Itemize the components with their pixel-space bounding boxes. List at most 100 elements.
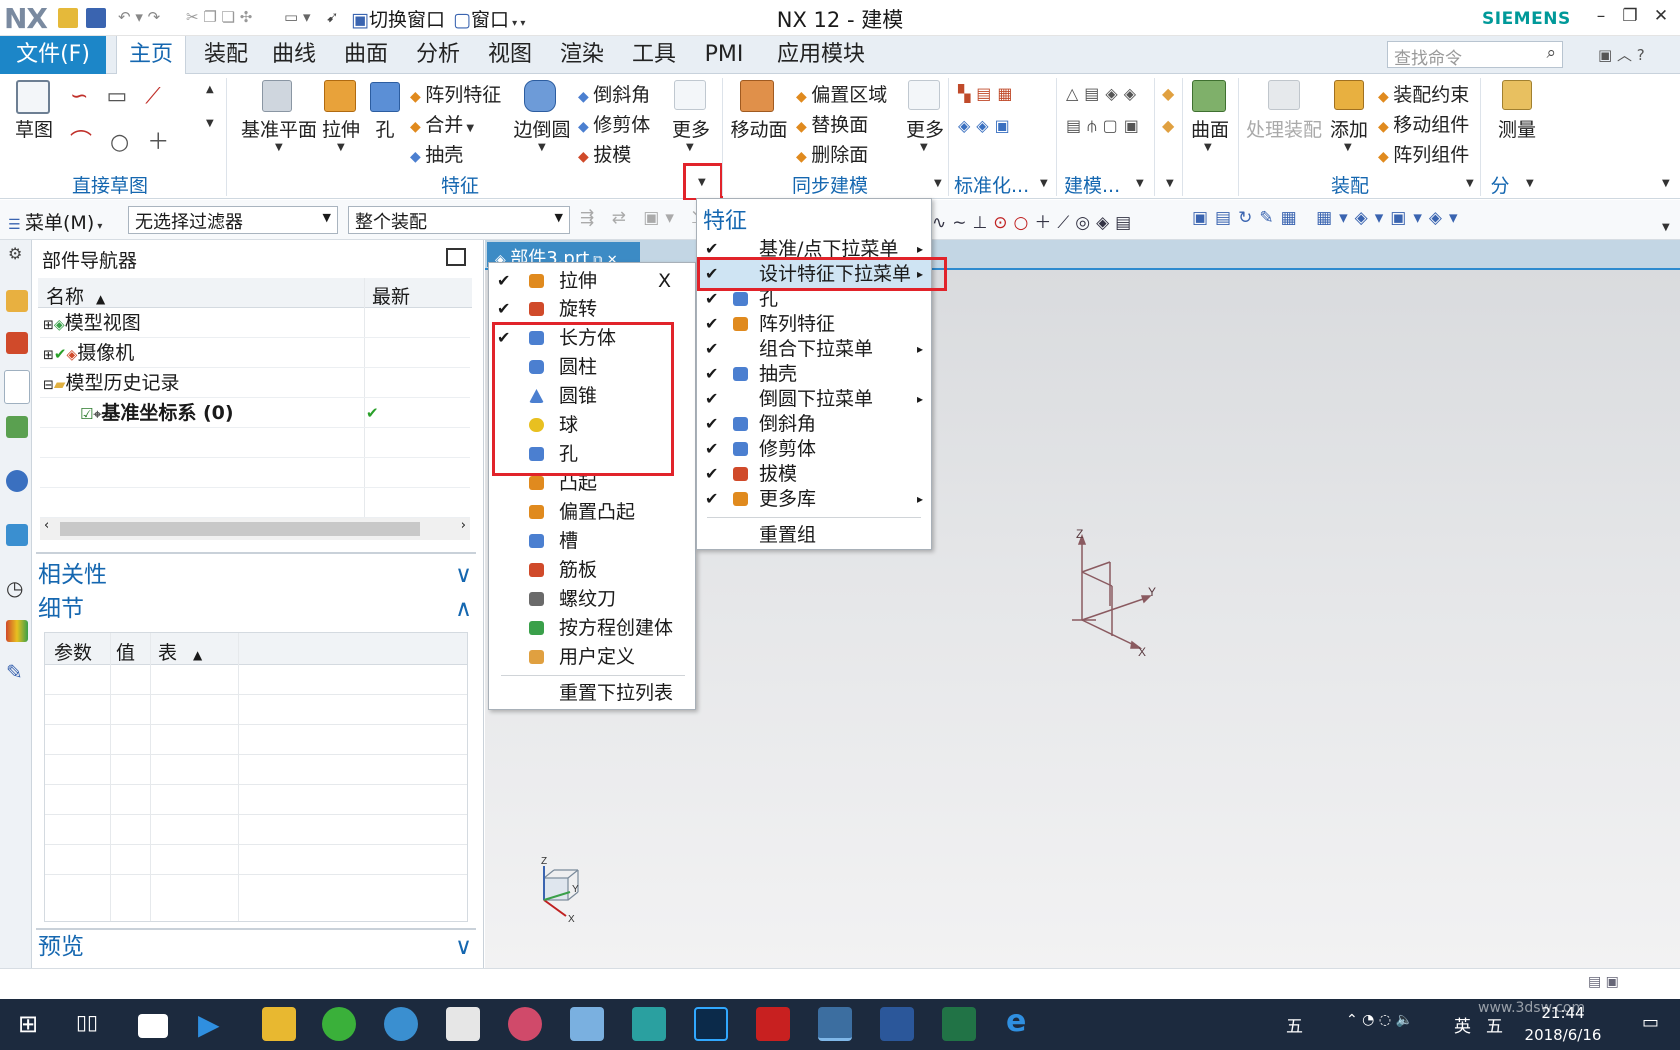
constraint-navigator-icon[interactable]: [6, 332, 28, 354]
hole-button[interactable]: 孔: [370, 115, 400, 142]
details-section-header[interactable]: 细节 ∧: [38, 592, 478, 626]
chevron-down-icon[interactable]: ▼: [1344, 142, 1352, 153]
tab-assembly[interactable]: 装配: [194, 36, 258, 74]
pattern-feature-button[interactable]: ◆ 阵列特征: [410, 80, 501, 107]
chevron-up-icon[interactable]: ▲: [206, 84, 214, 95]
wechat-icon[interactable]: [322, 1007, 356, 1041]
chevron-down-icon[interactable]: ▼: [1526, 178, 1534, 189]
minimize-button[interactable]: –: [1587, 6, 1615, 26]
mail-icon[interactable]: [138, 1014, 168, 1038]
chevron-down-icon[interactable]: ▼: [934, 178, 942, 189]
close-button[interactable]: ✕: [1647, 6, 1675, 26]
datum-plane-button[interactable]: 基准平面: [234, 115, 324, 142]
menu-item-combine[interactable]: ✔ 组合下拉菜单 ▸: [697, 335, 931, 363]
add-component-icon[interactable]: [1334, 80, 1364, 110]
tab-analysis[interactable]: 分析: [406, 36, 470, 74]
chevron-down-icon[interactable]: ▼: [686, 142, 694, 153]
file-menu[interactable]: 文件(F): [0, 36, 106, 74]
chevron-down-icon[interactable]: ▼: [920, 142, 928, 153]
edge-blend-button[interactable]: 边倒圆: [510, 115, 574, 142]
chevron-down-icon[interactable]: ▼: [538, 142, 546, 153]
add-component-button[interactable]: 添加: [1326, 115, 1372, 142]
chevron-down-icon[interactable]: ▼: [1040, 178, 1048, 189]
chevron-down-icon[interactable]: ▼: [1166, 178, 1174, 189]
surface-icon[interactable]: [1192, 80, 1226, 112]
start-button[interactable]: ⊞: [18, 1010, 38, 1038]
menu-item-extrude[interactable]: ✔ 拉伸 X: [489, 267, 695, 295]
more-button-feature[interactable]: 更多: [668, 115, 714, 142]
menu-item-reset-list[interactable]: 重置下拉列表: [489, 679, 695, 707]
menu-item-pattern-feature[interactable]: ✔ 阵列特征: [697, 310, 931, 338]
chamfer-button[interactable]: ◆ 倒斜角: [578, 80, 650, 107]
ime-indicator[interactable]: 五: [1286, 1012, 1303, 1037]
pattern-component-button[interactable]: ◆ 阵列组件: [1378, 140, 1469, 167]
scroll-left-icon[interactable]: ‹: [44, 518, 49, 533]
group-modeling[interactable]: 建模...: [1064, 171, 1134, 198]
menu-item-reset-group[interactable]: 重置组: [697, 521, 931, 549]
reuse-library-icon[interactable]: [6, 416, 28, 438]
chevron-down-icon[interactable]: ▼: [337, 142, 345, 153]
excel-icon[interactable]: [942, 1007, 976, 1041]
move-face-icon[interactable]: [740, 80, 774, 112]
selection-filter-select[interactable]: 无选择过滤器 ▼: [128, 206, 338, 234]
menu-button[interactable]: ☰ 菜单(M) ▾: [8, 208, 102, 235]
search-icon[interactable]: ⌕: [1546, 43, 1556, 63]
measure-button[interactable]: 测量: [1492, 115, 1542, 142]
modeling-tools-row2[interactable]: ▤⫛▢▣: [1066, 116, 1145, 136]
menu-item-trim-body[interactable]: ✔ 修剪体: [697, 435, 931, 463]
status-bar-icons[interactable]: ▤ ▣: [1588, 974, 1619, 990]
chevron-down-icon[interactable]: ▼: [1204, 142, 1212, 153]
restore-button[interactable]: ❐: [1616, 6, 1644, 26]
toolbar-overflow-icon[interactable]: ▼: [1662, 222, 1670, 233]
tree-row-model-history[interactable]: ⊟▰模型历史记录: [40, 368, 470, 398]
group-assembly[interactable]: 装配: [1300, 171, 1400, 198]
notes-icon[interactable]: [570, 1007, 604, 1041]
expand-icon[interactable]: ⊞: [43, 348, 54, 363]
web-browser-icon[interactable]: [6, 470, 28, 492]
clock-date[interactable]: 2018/6/16: [1520, 1026, 1606, 1044]
tray-icons[interactable]: ⌃ ◔ ◌ 🔈: [1346, 1012, 1413, 1028]
selection-tools[interactable]: ⇶ ⇄ ▣▾ ⇲: [580, 208, 712, 228]
sketch-curve-tools[interactable]: ∽▭⟋: [70, 84, 179, 109]
language-indicator[interactable]: 英: [1454, 1012, 1471, 1037]
dependencies-section-header[interactable]: 相关性 ∨: [38, 558, 478, 592]
chevron-down-icon[interactable]: ▼: [1136, 178, 1144, 189]
word-icon[interactable]: [880, 1007, 914, 1041]
trim-body-button[interactable]: ◆ 修剪体: [578, 110, 650, 137]
menu-item-shell[interactable]: ✔ 抽壳: [697, 360, 931, 388]
file-explorer-icon[interactable]: [262, 1007, 296, 1041]
group-sync-modeling[interactable]: 同步建模: [770, 171, 890, 198]
assembly-navigator-icon[interactable]: [6, 290, 28, 312]
system-materials-icon[interactable]: [6, 620, 28, 642]
hole-icon[interactable]: [370, 82, 400, 112]
column-name[interactable]: 名称 ▲: [46, 282, 105, 309]
maximize-panel-icon[interactable]: [446, 248, 466, 266]
misc-tool-icon[interactable]: ◆: [1162, 84, 1174, 103]
preview-section-header[interactable]: 预览 ∨: [38, 930, 478, 964]
gear-icon[interactable]: ⚙: [8, 244, 22, 263]
clock-icon[interactable]: ◷: [6, 576, 23, 600]
menu-item-chamfer[interactable]: ✔ 倒斜角: [697, 410, 931, 438]
command-search-input[interactable]: 查找命令 ⌕: [1387, 41, 1563, 69]
qq-icon[interactable]: [384, 1007, 418, 1041]
menu-item-thread[interactable]: 螺纹刀: [489, 585, 695, 613]
menu-item-blend[interactable]: ✔ 倒圆下拉菜单 ▸: [697, 385, 931, 413]
tab-view[interactable]: 视图: [478, 36, 542, 74]
assembly-constraints-button[interactable]: ◆ 装配约束: [1378, 80, 1469, 107]
feature-group-dropdown-highlight[interactable]: ▼: [683, 163, 723, 201]
surface-button[interactable]: 曲面: [1188, 115, 1232, 142]
tree-row-cameras[interactable]: ⊞✔◈摄像机: [40, 338, 470, 368]
checkbox-checked-icon[interactable]: ☑: [80, 405, 93, 423]
datum-csys-display[interactable]: Z Y X: [1060, 528, 1170, 658]
tab-curve[interactable]: 曲线: [262, 36, 326, 74]
menu-item-offset-emboss[interactable]: 偏置凸起: [489, 498, 695, 526]
menu-item-user-defined[interactable]: 用户定义: [489, 643, 695, 671]
collapse-icon[interactable]: ⊟: [43, 378, 54, 393]
group-standardize[interactable]: 标准化...: [954, 171, 1034, 198]
menu-item-revolve[interactable]: ✔ 旋转: [489, 295, 695, 323]
history-icon[interactable]: [6, 524, 28, 546]
tab-tools[interactable]: 工具: [622, 36, 686, 74]
offset-region-button[interactable]: ◆ 偏置区域: [796, 80, 887, 107]
ribbon-overflow-icon[interactable]: ▼: [1662, 178, 1670, 189]
group-direct-sketch[interactable]: 直接草图: [40, 171, 180, 198]
